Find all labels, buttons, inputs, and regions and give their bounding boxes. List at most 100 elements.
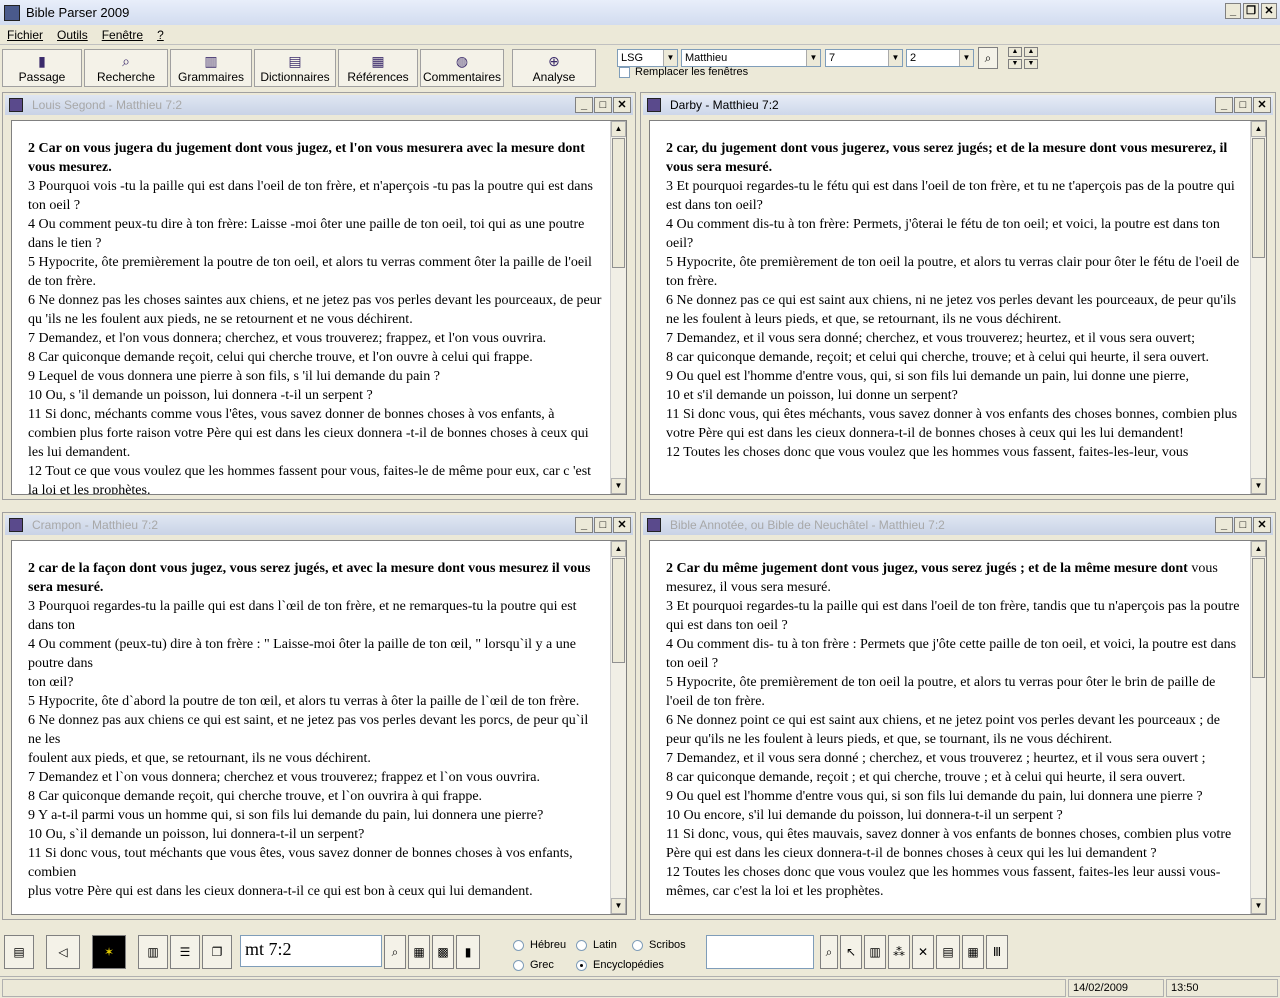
vertical-scrollbar[interactable]: ▲ ▼: [610, 121, 626, 494]
scroll-down-button[interactable]: ▼: [611, 898, 626, 914]
library-button[interactable]: ▥: [864, 935, 886, 969]
menu-outils[interactable]: Outils: [50, 28, 95, 42]
scroll-thumb[interactable]: [612, 558, 625, 663]
text-colors-button[interactable]: ▤: [936, 935, 960, 969]
bible-text: 2 Car on vous jugera du jugement dont vo…: [28, 139, 602, 494]
statistics-button[interactable]: ▮: [456, 935, 480, 969]
tile-horizontal-button[interactable]: ☰: [170, 935, 200, 969]
pane-text-area[interactable]: 2 car, du jugement dont vous jugerez, vo…: [649, 120, 1267, 495]
tools-button[interactable]: ✕: [912, 935, 934, 969]
pane-minimize-button[interactable]: _: [1215, 517, 1233, 533]
analyse-button[interactable]: ⊕ Analyse: [512, 49, 596, 87]
find-reference-button[interactable]: ⌕: [384, 935, 406, 969]
replace-windows-option[interactable]: Remplacer les fenêtres: [619, 66, 748, 78]
menu-help[interactable]: ?: [150, 28, 171, 42]
dictionnaires-button[interactable]: ▤ Dictionnaires: [254, 49, 336, 87]
tile-vertical-button[interactable]: ▥: [138, 935, 168, 969]
radio-grec[interactable]: Grec: [513, 959, 554, 971]
network-button[interactable]: ⁂: [888, 935, 910, 969]
cascade-button[interactable]: ❐: [202, 935, 232, 969]
scroll-up-button[interactable]: ▲: [1251, 541, 1266, 557]
restore-button[interactable]: ❐: [1243, 3, 1259, 19]
verse: 6 Ne donnez pas les choses saintes aux c…: [28, 293, 602, 327]
pane-text-area[interactable]: 2 Car du même jugement dont vous jugez, …: [649, 540, 1267, 915]
pane-text-area[interactable]: 2 car de la façon dont vous jugez, vous …: [11, 540, 627, 915]
scroll-up-button[interactable]: ▲: [1251, 121, 1266, 137]
menu-fenetre[interactable]: Fenêtre: [95, 28, 150, 42]
search-tool-button[interactable]: ⌕: [820, 935, 838, 969]
pane-maximize-button[interactable]: □: [1234, 97, 1252, 113]
pane-maximize-button[interactable]: □: [594, 517, 612, 533]
verse: 6 Ne donnez pas ce qui est saint aux chi…: [666, 293, 1237, 327]
verse: 4 Ou comment dis-tu à ton frère: Permets…: [666, 217, 1220, 251]
layout-cards-button[interactable]: ▤: [4, 935, 34, 969]
radio-button[interactable]: [632, 939, 643, 951]
pane-close-button[interactable]: ✕: [1253, 97, 1271, 113]
chevron-down-icon: ▼: [888, 50, 902, 66]
scroll-down-button[interactable]: ▼: [611, 478, 626, 494]
pane-maximize-button[interactable]: □: [1234, 517, 1252, 533]
radio-latin[interactable]: Latin: [576, 939, 617, 951]
verse: 3 Et pourquoi regardes-tu le fétu qui es…: [666, 179, 1235, 213]
scroll-down-button[interactable]: ▼: [1251, 478, 1266, 494]
table-button[interactable]: ▦: [962, 935, 984, 969]
replace-windows-checkbox[interactable]: [619, 66, 630, 78]
grammaires-button[interactable]: ▥ Grammaires: [170, 49, 252, 87]
go-search-button[interactable]: ⌕: [978, 47, 998, 69]
verse: 11 Si donc vous, qui êtes méchants, vous…: [666, 407, 1238, 441]
spin-down-right[interactable]: ▼: [1024, 59, 1038, 69]
pane-minimize-button[interactable]: _: [575, 517, 593, 533]
scroll-thumb[interactable]: [1252, 558, 1265, 678]
columns-button[interactable]: Ⅲ: [986, 935, 1008, 969]
scroll-thumb[interactable]: [1252, 138, 1265, 258]
spin-up-left[interactable]: ▲: [1008, 47, 1022, 57]
radio-encyclopedies[interactable]: Encyclopédies: [576, 959, 664, 971]
cursor-tool-button[interactable]: ↖: [840, 935, 862, 969]
radio-button[interactable]: [513, 959, 524, 971]
spin-down-left[interactable]: ▼: [1008, 59, 1022, 69]
back-button[interactable]: ◁: [46, 935, 80, 969]
vertical-scrollbar[interactable]: ▲ ▼: [610, 541, 626, 914]
reference-input[interactable]: mt 7:2: [240, 935, 382, 967]
chapter-select[interactable]: 7 ▼: [825, 49, 903, 67]
pane-minimize-button[interactable]: _: [575, 97, 593, 113]
radio-button-selected[interactable]: [576, 959, 587, 971]
verse-select[interactable]: 2 ▼: [906, 49, 974, 67]
status-message: [2, 979, 1066, 997]
radio-button[interactable]: [513, 939, 524, 951]
spin-up-right[interactable]: ▲: [1024, 47, 1038, 57]
palette-button[interactable]: ▩: [432, 935, 454, 969]
menu-fichier[interactable]: Fichier: [0, 28, 50, 42]
radio-hebreu[interactable]: Hébreu: [513, 939, 566, 951]
book-select[interactable]: Matthieu ▼: [681, 49, 821, 67]
radio-scribos[interactable]: Scribos: [632, 939, 686, 951]
close-button[interactable]: ✕: [1261, 3, 1277, 19]
scroll-up-button[interactable]: ▲: [611, 121, 626, 137]
vertical-scrollbar[interactable]: ▲ ▼: [1250, 121, 1266, 494]
minimize-button[interactable]: _: [1225, 3, 1241, 19]
scroll-down-button[interactable]: ▼: [1251, 898, 1266, 914]
passage-button[interactable]: ▮ Passage: [2, 49, 82, 87]
scroll-thumb[interactable]: [612, 138, 625, 268]
verse: 12 Toutes les choses donc que vous voule…: [666, 865, 1221, 899]
strong-numbers-button[interactable]: ✶: [92, 935, 126, 969]
globe-icon: ◍: [455, 53, 469, 69]
pane-text-area[interactable]: 2 Car on vous jugera du jugement dont vo…: [11, 120, 627, 495]
scroll-up-button[interactable]: ▲: [611, 541, 626, 557]
recherche-button[interactable]: ⌕ Recherche: [84, 49, 168, 87]
pane-minimize-button[interactable]: _: [1215, 97, 1233, 113]
cursor-icon: ↖: [845, 945, 857, 959]
pane-maximize-button[interactable]: □: [594, 97, 612, 113]
triangle-left-icon: ◁: [58, 945, 68, 959]
references-button[interactable]: ▦ Références: [338, 49, 418, 87]
vertical-scrollbar[interactable]: ▲ ▼: [1250, 541, 1266, 914]
pane-close-button[interactable]: ✕: [1253, 517, 1271, 533]
bible-text: 2 car, du jugement dont vous jugerez, vo…: [666, 139, 1242, 494]
version-select[interactable]: LSG ▼: [617, 49, 678, 67]
grid-button[interactable]: ▦: [408, 935, 430, 969]
pane-close-button[interactable]: ✕: [613, 517, 631, 533]
commentaires-button[interactable]: ◍ Commentaires: [420, 49, 504, 87]
radio-button[interactable]: [576, 939, 587, 951]
pane-close-button[interactable]: ✕: [613, 97, 631, 113]
auxiliary-field[interactable]: [706, 935, 814, 969]
